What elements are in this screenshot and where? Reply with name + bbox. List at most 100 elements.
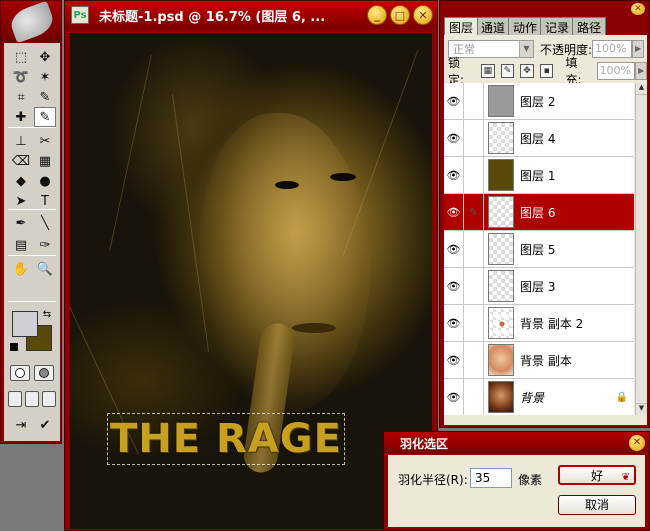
layer-thumbnail (488, 196, 514, 228)
feather-radius-input[interactable]: 35 (470, 468, 512, 488)
scroll-down-icon[interactable]: ▼ (636, 403, 647, 415)
pen-tool-icon[interactable]: ✒ (10, 213, 32, 233)
default-colors-icon[interactable] (10, 343, 18, 351)
feather-radius-unit: 像素 (518, 473, 543, 487)
brush-tool-icon[interactable]: ✎ (34, 107, 56, 127)
link-slot[interactable] (464, 305, 484, 341)
gradient-tool-icon[interactable]: ▦ (34, 151, 56, 171)
layer-row[interactable]: 👁 图层 2 (444, 83, 634, 120)
edit-check-icon[interactable]: ✔ (34, 415, 56, 435)
healing-brush-tool-icon[interactable]: ✚ (10, 107, 32, 127)
eyedropper-tool-icon[interactable]: ✑ (34, 235, 56, 255)
feather-selection-dialog: 羽化选区 ✕ 羽化半径(R): 35 像素 好 ❦ 取消 (383, 431, 650, 531)
layer-list-scrollbar[interactable]: ▲ ▼ (635, 83, 647, 415)
scroll-up-icon[interactable]: ▲ (636, 83, 647, 95)
zoom-tool-icon[interactable]: 🔍 (34, 259, 56, 279)
layer-row[interactable]: 👁 图层 5 (444, 231, 634, 268)
restore-button[interactable]: □ (390, 5, 410, 25)
layer-row[interactable]: 👁 背景 🔒 (444, 379, 634, 415)
tab-2[interactable]: 动作 (508, 17, 543, 35)
link-slot[interactable] (464, 268, 484, 304)
fill-input[interactable]: 100% (596, 62, 636, 80)
link-slot[interactable] (464, 83, 484, 119)
crop-tool-icon[interactable]: ⌗ (10, 87, 32, 107)
visibility-eye-icon[interactable]: 👁 (444, 83, 464, 119)
layer-row[interactable]: 👁 图层 4 (444, 120, 634, 157)
image-canvas[interactable]: THE RAGE (70, 33, 432, 529)
visibility-eye-icon[interactable]: 👁 (444, 120, 464, 156)
eraser-tool-icon[interactable]: ⌫ (10, 151, 32, 171)
link-slot[interactable] (464, 157, 484, 193)
brush-edit-icon[interactable]: ✎ (464, 194, 484, 230)
tab-0[interactable]: 图层 (444, 17, 479, 35)
layer-name: 图层 1 (520, 168, 556, 183)
palette-close-button[interactable]: ✕ (631, 3, 645, 15)
lock-image-icon[interactable]: ✎ (500, 64, 515, 78)
tab-4[interactable]: 路径 (572, 17, 607, 35)
layer-row[interactable]: 👁 图层 1 (444, 157, 634, 194)
link-slot[interactable] (464, 231, 484, 267)
link-slot[interactable] (464, 120, 484, 156)
tab-3[interactable]: 记录 (540, 17, 575, 35)
opacity-arrow-icon[interactable]: ▶ (632, 40, 645, 58)
visibility-eye-icon[interactable]: 👁 (444, 194, 464, 230)
toolbox-divider (8, 301, 56, 302)
hand-tool-icon[interactable]: ✋ (10, 259, 32, 279)
opacity-input[interactable]: 100% (592, 40, 633, 58)
tab-1[interactable]: 通道 (476, 17, 511, 35)
path-selection-tool-icon[interactable]: ➤ (10, 191, 32, 211)
lock-transparency-icon[interactable]: ▦ (481, 64, 495, 78)
minimize-button[interactable]: _ (367, 5, 387, 25)
dodge-tool-icon[interactable]: ● (34, 171, 56, 191)
photoshop-workspace: ⇆ ⇥ ✔ ⬚ ✥ ➰ ✶ ⌗ ✎ ✚ ✎ ⊥ ✂ ⌫ ▦ ◆ ● ➤ T ✒ ╲ ▤ ✑ ✋ 🔍 Ps 未标题-1.ps… (0, 0, 650, 531)
visibility-eye-icon[interactable]: 👁 (444, 342, 464, 378)
history-brush-tool-icon[interactable]: ✂ (34, 131, 56, 151)
layer-list: 👁 图层 2 👁 图层 4 👁 图层 1 👁 ✎ 图层 6 👁 图层 5 👁 图层 3 👁 背景 副本 2 👁… (444, 83, 634, 415)
quick-mask-mode-button[interactable] (34, 365, 54, 381)
foreground-color-swatch[interactable] (12, 311, 38, 337)
link-slot[interactable] (464, 342, 484, 378)
magic-wand-tool-icon[interactable]: ✶ (34, 67, 56, 87)
fill-arrow-icon[interactable]: ▶ (635, 62, 647, 80)
toolbox: ⇆ ⇥ ✔ ⬚ ✥ ➰ ✶ ⌗ ✎ ✚ ✎ ⊥ ✂ ⌫ ▦ ◆ ● ➤ T ✒ ╲ ▤ ✑ ✋ 🔍 (0, 0, 62, 444)
blur-tool-icon[interactable]: ◆ (10, 171, 32, 191)
layer-name: 图层 3 (520, 279, 556, 294)
visibility-eye-icon[interactable]: 👁 (444, 157, 464, 193)
layer-thumbnail (488, 122, 514, 154)
cancel-button[interactable]: 取消 (558, 495, 636, 515)
line-tool-icon[interactable]: ╲ (34, 213, 56, 233)
notes-tool-icon[interactable]: ▤ (10, 235, 32, 255)
jump-to-imageready-icon[interactable]: ⇥ (10, 415, 32, 435)
dialog-body: 羽化半径(R): 35 像素 好 ❦ 取消 (388, 455, 645, 527)
dialog-close-button[interactable]: ✕ (629, 435, 645, 451)
type-tool-icon[interactable]: T (34, 191, 56, 211)
visibility-eye-icon[interactable]: 👁 (444, 231, 464, 267)
art-title-text: THE RAGE (107, 413, 345, 465)
visibility-eye-icon[interactable]: 👁 (444, 379, 464, 415)
move-tool-icon[interactable]: ✥ (34, 47, 56, 67)
layer-row[interactable]: 👁 背景 副本 (444, 342, 634, 379)
screen-mode-standard-button[interactable] (8, 391, 22, 407)
lock-position-icon[interactable]: ✥ (520, 64, 534, 78)
toolbox-header[interactable] (1, 0, 61, 44)
layer-row[interactable]: 👁 背景 副本 2 (444, 305, 634, 342)
lock-all-icon[interactable]: ▪ (539, 64, 554, 78)
document-window: Ps 未标题-1.psd @ 16.7% (图层 6, ... _ □ ✕ TH… (64, 0, 438, 531)
marquee-tool-icon[interactable]: ⬚ (10, 47, 32, 67)
standard-mode-button[interactable] (10, 365, 30, 381)
portrait-lips (292, 323, 336, 333)
screen-mode-full-menu-button[interactable] (25, 391, 39, 407)
ok-button[interactable]: 好 ❦ (558, 465, 636, 485)
slice-tool-icon[interactable]: ✎ (34, 87, 56, 107)
layer-row[interactable]: 👁 图层 3 (444, 268, 634, 305)
layer-thumbnail (488, 344, 514, 376)
swap-colors-icon[interactable]: ⇆ (40, 307, 54, 321)
screen-mode-full-button[interactable] (42, 391, 56, 407)
layer-row[interactable]: 👁 ✎ 图层 6 (444, 194, 634, 231)
clone-stamp-tool-icon[interactable]: ⊥ (10, 131, 32, 151)
visibility-eye-icon[interactable]: 👁 (444, 305, 464, 341)
visibility-eye-icon[interactable]: 👁 (444, 268, 464, 304)
lasso-tool-icon[interactable]: ➰ (10, 67, 32, 87)
close-button[interactable]: ✕ (413, 5, 433, 25)
link-slot[interactable] (464, 379, 484, 415)
